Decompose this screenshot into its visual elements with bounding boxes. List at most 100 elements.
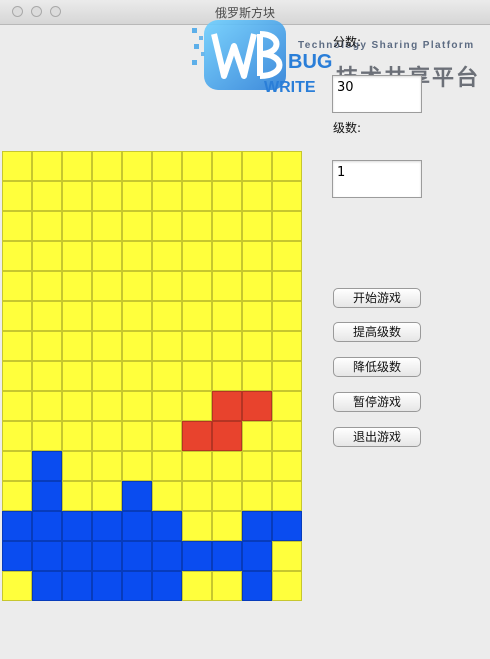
empty-cell xyxy=(2,571,32,601)
empty-cell xyxy=(2,271,32,301)
empty-cell xyxy=(272,181,302,211)
locked-block-cell xyxy=(152,511,182,541)
empty-cell xyxy=(272,361,302,391)
empty-cell xyxy=(62,331,92,361)
locked-block-cell xyxy=(242,541,272,571)
locked-block-cell xyxy=(212,541,242,571)
start-game-button[interactable]: 开始游戏 xyxy=(333,288,421,308)
empty-cell xyxy=(32,331,62,361)
empty-cell xyxy=(62,301,92,331)
empty-cell xyxy=(122,181,152,211)
empty-cell xyxy=(182,211,212,241)
empty-cell xyxy=(122,211,152,241)
empty-cell xyxy=(62,241,92,271)
empty-cell xyxy=(152,391,182,421)
empty-cell xyxy=(62,421,92,451)
empty-cell xyxy=(152,481,182,511)
falling-block-cell xyxy=(242,391,272,421)
empty-cell xyxy=(92,181,122,211)
empty-cell xyxy=(92,211,122,241)
empty-cell xyxy=(122,241,152,271)
empty-cell xyxy=(122,301,152,331)
locked-block-cell xyxy=(32,541,62,571)
logo-word-write: WRITE xyxy=(264,79,316,96)
game-board[interactable] xyxy=(2,151,302,601)
empty-cell xyxy=(32,151,62,181)
empty-cell xyxy=(152,211,182,241)
empty-cell xyxy=(272,541,302,571)
empty-cell xyxy=(272,451,302,481)
empty-cell xyxy=(212,151,242,181)
empty-cell xyxy=(92,331,122,361)
locked-block-cell xyxy=(92,511,122,541)
empty-cell xyxy=(62,211,92,241)
empty-cell xyxy=(182,271,212,301)
empty-cell xyxy=(92,301,122,331)
locked-block-cell xyxy=(92,541,122,571)
empty-cell xyxy=(92,151,122,181)
empty-cell xyxy=(212,481,242,511)
empty-cell xyxy=(182,361,212,391)
empty-cell xyxy=(92,361,122,391)
level-label: 级数: xyxy=(333,121,362,135)
empty-cell xyxy=(122,151,152,181)
empty-cell xyxy=(242,271,272,301)
empty-cell xyxy=(242,211,272,241)
level-down-button[interactable]: 降低级数 xyxy=(333,357,421,377)
empty-cell xyxy=(92,271,122,301)
empty-cell xyxy=(272,151,302,181)
falling-block-cell xyxy=(212,391,242,421)
watermark-logo: BUG WRITE xyxy=(192,20,332,96)
empty-cell xyxy=(242,421,272,451)
empty-cell xyxy=(272,271,302,301)
empty-cell xyxy=(182,451,212,481)
empty-cell xyxy=(272,481,302,511)
empty-cell xyxy=(272,421,302,451)
empty-cell xyxy=(242,241,272,271)
empty-cell xyxy=(272,301,302,331)
empty-cell xyxy=(182,151,212,181)
empty-cell xyxy=(152,361,182,391)
empty-cell xyxy=(2,151,32,181)
empty-cell xyxy=(2,211,32,241)
empty-cell xyxy=(242,301,272,331)
empty-cell xyxy=(32,421,62,451)
empty-cell xyxy=(32,301,62,331)
locked-block-cell xyxy=(2,541,32,571)
locked-block-cell xyxy=(2,511,32,541)
level-field: 1 xyxy=(332,160,422,198)
locked-block-cell xyxy=(32,511,62,541)
empty-cell xyxy=(122,361,152,391)
locked-block-cell xyxy=(122,571,152,601)
empty-cell xyxy=(2,241,32,271)
empty-cell xyxy=(62,481,92,511)
empty-cell xyxy=(122,421,152,451)
empty-cell xyxy=(62,361,92,391)
empty-cell xyxy=(182,331,212,361)
empty-cell xyxy=(62,151,92,181)
locked-block-cell xyxy=(122,511,152,541)
empty-cell xyxy=(272,571,302,601)
empty-cell xyxy=(212,181,242,211)
empty-cell xyxy=(2,301,32,331)
empty-cell xyxy=(242,151,272,181)
empty-cell xyxy=(32,391,62,421)
empty-cell xyxy=(212,451,242,481)
empty-cell xyxy=(152,301,182,331)
empty-cell xyxy=(182,571,212,601)
exit-game-button[interactable]: 退出游戏 xyxy=(333,427,421,447)
empty-cell xyxy=(182,241,212,271)
pause-game-button[interactable]: 暂停游戏 xyxy=(333,392,421,412)
locked-block-cell xyxy=(62,541,92,571)
locked-block-cell xyxy=(272,511,302,541)
empty-cell xyxy=(152,151,182,181)
empty-cell xyxy=(32,241,62,271)
level-up-button[interactable]: 提高级数 xyxy=(333,322,421,342)
locked-block-cell xyxy=(152,571,182,601)
locked-block-cell xyxy=(242,571,272,601)
empty-cell xyxy=(32,181,62,211)
logo-word-bug: BUG xyxy=(288,51,332,73)
empty-cell xyxy=(32,361,62,391)
empty-cell xyxy=(122,391,152,421)
locked-block-cell xyxy=(92,571,122,601)
